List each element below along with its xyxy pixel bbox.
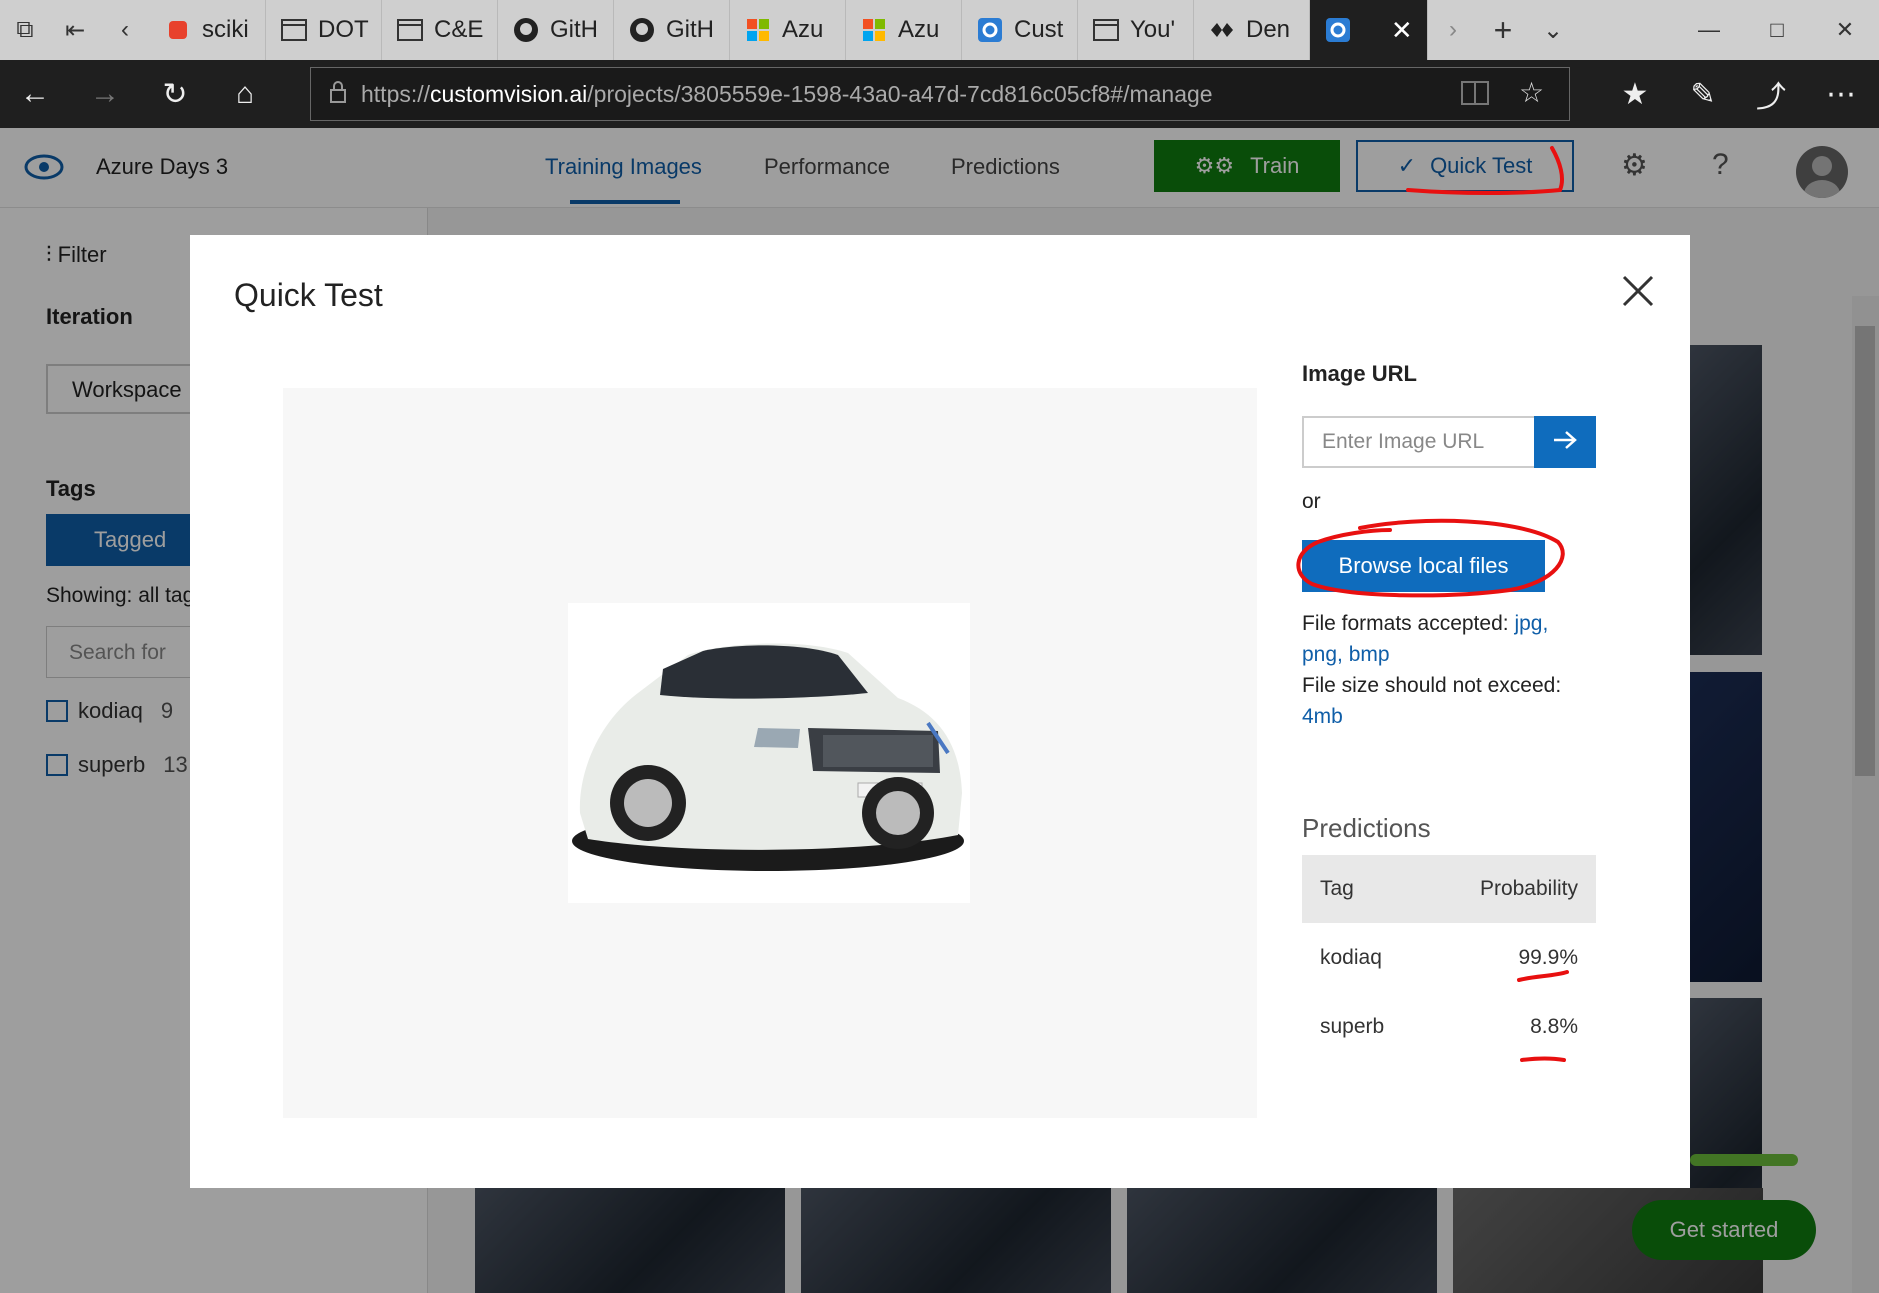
test-controls-panel: Image URL or Browse local files File for…	[1302, 235, 1662, 1135]
file-requirements: File formats accepted: jpg, png, bmp Fil…	[1302, 608, 1592, 732]
browser-tab-bar: ⧉ ⇤ ‹ sciki DOT C&E GitH GitH Azu Azu Cu…	[0, 0, 1879, 60]
url-text: https://customvision.ai/projects/3805559…	[361, 80, 1213, 107]
browser-tab[interactable]: GitH	[498, 0, 614, 60]
browser-tab-label: Den	[1246, 16, 1291, 43]
customvision-icon	[1324, 16, 1352, 44]
size-limit: 4mb	[1302, 705, 1343, 728]
browse-local-files-button[interactable]: Browse local files	[1302, 540, 1545, 592]
microsoft-icon	[744, 16, 772, 44]
prediction-tag: kodiaq	[1320, 945, 1382, 969]
browser-tab-active[interactable]: ✕	[1310, 0, 1428, 60]
reading-view-icon[interactable]	[1461, 80, 1489, 111]
dialog-title: Quick Test	[234, 277, 383, 313]
github-icon	[512, 16, 540, 44]
table-row: kodiaq 99.9%	[1302, 923, 1596, 992]
minimize-icon[interactable]: —	[1675, 0, 1743, 60]
browser-tab-label: GitH	[666, 16, 714, 43]
arrow-right-icon	[1552, 429, 1578, 456]
browser-tab[interactable]: DOT	[266, 0, 382, 60]
browser-tab-label: sciki	[202, 16, 249, 43]
back-icon[interactable]: ←	[0, 60, 70, 128]
tab-set-aside-icon[interactable]: ⧉	[0, 0, 50, 60]
microsoft-icon	[860, 16, 888, 44]
image-preview-area	[283, 388, 1257, 1118]
predictions-table: Tag Probability kodiaq 99.9% superb 8.8%	[1302, 855, 1596, 1061]
scikit-icon	[164, 16, 192, 44]
tab-preview-icon[interactable]: ⇤	[50, 0, 100, 60]
close-window-icon[interactable]: ✕	[1811, 0, 1879, 60]
favorites-list-icon[interactable]: ★	[1600, 60, 1670, 128]
browser-tab-label: Cust	[1014, 16, 1064, 43]
page-icon	[396, 16, 424, 44]
browser-tab[interactable]: Den	[1194, 0, 1310, 60]
demo-icon	[1208, 16, 1236, 44]
browser-tab[interactable]: You'	[1078, 0, 1194, 60]
close-tab-icon[interactable]: ✕	[1391, 15, 1413, 46]
browser-tab[interactable]: Cust	[962, 0, 1078, 60]
test-image	[568, 603, 970, 903]
tab-scroll-right-icon[interactable]: ›	[1428, 0, 1478, 60]
url-field[interactable]: https://customvision.ai/projects/3805559…	[310, 67, 1570, 121]
browser-tab[interactable]: sciki	[150, 0, 266, 60]
size-prefix: File size should not exceed:	[1302, 674, 1562, 697]
column-header-tag: Tag	[1302, 855, 1424, 923]
submit-url-button[interactable]	[1534, 416, 1596, 468]
github-icon	[628, 16, 656, 44]
pen-icon[interactable]: ✎	[1668, 60, 1738, 128]
formats-prefix: File formats accepted:	[1302, 612, 1509, 635]
refresh-icon[interactable]: ↻	[140, 60, 210, 128]
image-url-label: Image URL	[1302, 361, 1417, 386]
browser-tab-label: You'	[1130, 16, 1176, 43]
tab-list-icon[interactable]: ⌄	[1528, 0, 1578, 60]
browser-tab-label: Azu	[782, 16, 824, 43]
table-header-row: Tag Probability	[1302, 855, 1596, 923]
predictions-heading: Predictions	[1302, 813, 1431, 843]
customvision-icon	[976, 16, 1004, 44]
column-header-probability: Probability	[1423, 855, 1596, 923]
forward-icon[interactable]: →	[70, 60, 140, 128]
page-icon	[1092, 16, 1120, 44]
new-tab-icon[interactable]: +	[1478, 0, 1528, 60]
prediction-tag: superb	[1320, 1014, 1385, 1038]
browser-tab-label: C&E	[434, 16, 484, 43]
browser-tab[interactable]: Azu	[846, 0, 962, 60]
image-url-input[interactable]	[1302, 416, 1536, 468]
quick-test-dialog: Quick Test Image URL or Browse	[190, 235, 1690, 1188]
format-jpg: jpg,	[1514, 612, 1549, 635]
browser-tab-label: DOT	[318, 16, 369, 43]
share-icon[interactable]: ⤴	[1736, 60, 1806, 128]
lock-icon	[329, 80, 347, 109]
browser-tab[interactable]: GitH	[614, 0, 730, 60]
browser-tab-label: GitH	[550, 16, 598, 43]
format-bmp: bmp	[1348, 643, 1390, 666]
browser-tab[interactable]: C&E	[382, 0, 498, 60]
prediction-probability: 8.8%	[1530, 1014, 1578, 1038]
table-row: superb 8.8%	[1302, 992, 1596, 1061]
browser-address-bar: ← → ↻ ⌂ https://customvision.ai/projects…	[0, 60, 1879, 128]
prediction-probability: 99.9%	[1518, 945, 1578, 969]
favorite-star-icon[interactable]: ☆	[1519, 76, 1544, 109]
more-icon[interactable]: ⋯	[1806, 60, 1876, 128]
format-png: png,	[1302, 643, 1343, 666]
tab-scroll-left-icon[interactable]: ‹	[100, 0, 150, 60]
browser-tab[interactable]: Azu	[730, 0, 846, 60]
maximize-icon[interactable]: □	[1743, 0, 1811, 60]
home-icon[interactable]: ⌂	[210, 60, 280, 128]
or-separator: or	[1302, 490, 1321, 513]
browser-tab-label: Azu	[898, 16, 940, 43]
page-icon	[280, 16, 308, 44]
